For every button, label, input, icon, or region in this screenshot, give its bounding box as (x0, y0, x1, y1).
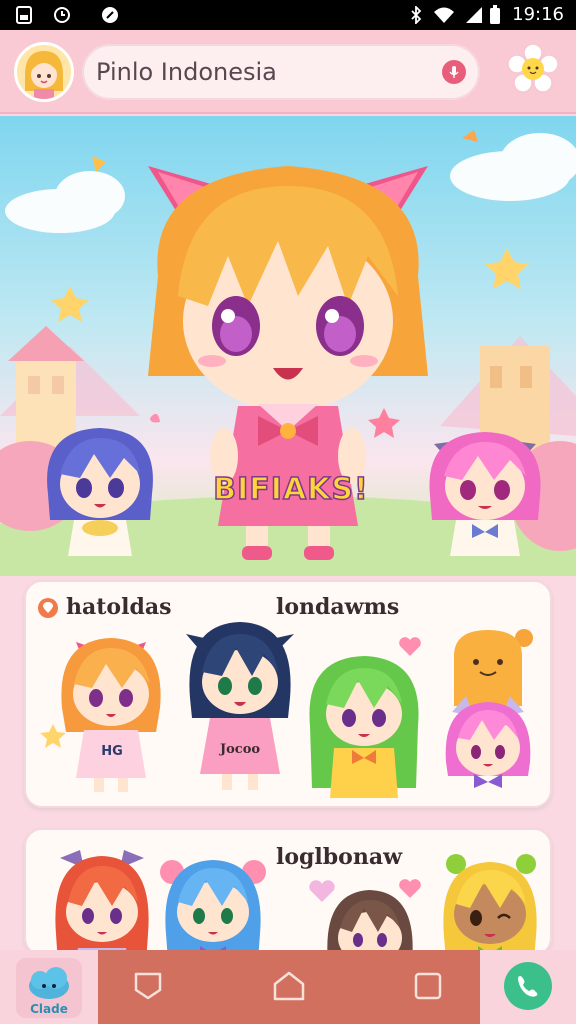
signal-icon (464, 5, 484, 25)
recents-icon (414, 972, 442, 1000)
bluetooth-icon (406, 5, 426, 25)
heart-decoration (309, 880, 335, 902)
card1-label-left: hatoldas (66, 594, 172, 620)
bottom-navigation: Clade (0, 950, 576, 1024)
location-pin-icon (38, 598, 58, 618)
heart-decoration (399, 637, 421, 656)
red-hair-chibi[interactable] (50, 844, 154, 956)
chibi-card-item[interactable]: Jocoo (184, 618, 296, 798)
hero-title: BIFIAKS! (213, 471, 369, 508)
secondary-card[interactable]: loglbonaw (24, 828, 552, 956)
home-app-label: Clade (30, 1002, 68, 1016)
home-icon (273, 971, 305, 1001)
search-bar[interactable]: Pinlo Indonesia (82, 44, 480, 100)
sync-icon (100, 5, 120, 25)
blue-hair-chibi (47, 428, 153, 556)
green-hair-chibi[interactable] (302, 638, 426, 798)
blonde-wink-chibi[interactable] (438, 850, 542, 956)
card1-label-right: londawms (276, 594, 400, 620)
recents-button[interactable] (408, 966, 448, 1006)
phone-icon (518, 976, 538, 997)
star-decoration (40, 724, 66, 748)
search-text: Pinlo Indonesia (96, 58, 277, 86)
avatar[interactable] (14, 42, 74, 102)
chibi-card-item[interactable]: HG (56, 628, 166, 798)
card2-label: loglbonaw (276, 844, 403, 870)
status-time: 19:16 (512, 4, 564, 25)
wifi-icon (432, 5, 456, 25)
featured-card[interactable]: hatoldas londawms HG Jocoo (24, 580, 552, 808)
cloud-mascot-icon (29, 967, 69, 999)
shirt-text: HG (101, 744, 123, 759)
system-nav-bar (98, 950, 480, 1024)
battery-icon (488, 5, 502, 25)
orange-hair-chibi (61, 638, 161, 792)
sim-icon (14, 5, 34, 25)
shirt-text: Jocoo (219, 742, 261, 757)
navy-hair-chibi (186, 622, 294, 790)
flower-mascot-icon[interactable] (507, 43, 559, 94)
blue-pigtails-chibi[interactable] (158, 850, 268, 956)
heart-decoration (399, 879, 421, 898)
home-app-button[interactable]: Clade (16, 958, 82, 1018)
mic-icon[interactable] (442, 60, 466, 84)
app-header: Pinlo Indonesia (0, 30, 576, 114)
back-icon (134, 972, 162, 1000)
pink-hair-chibi (429, 432, 541, 556)
status-bar: 19:16 (0, 0, 576, 30)
pink-cat-chibi[interactable] (438, 692, 538, 792)
clock-icon (52, 5, 72, 25)
call-button[interactable] (504, 962, 552, 1010)
home-button[interactable] (269, 966, 309, 1006)
back-button[interactable] (128, 966, 168, 1006)
hero-banner[interactable]: BIFIAKS! (0, 116, 576, 576)
